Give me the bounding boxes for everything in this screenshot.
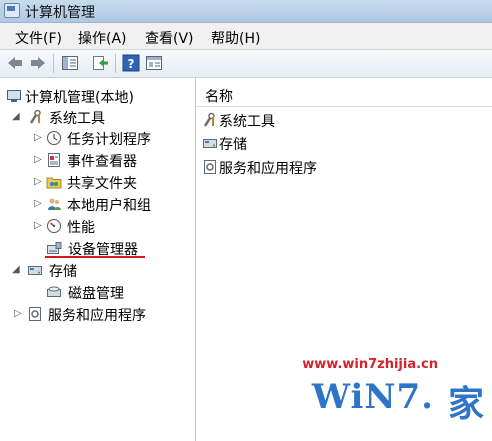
tree-item-local-users-groups[interactable]: ▷ 本地用户和组 (34, 194, 194, 214)
services-icon (29, 307, 41, 321)
list-item-services-applications[interactable]: 服务和应用程序 (202, 157, 402, 177)
properties-icon[interactable] (145, 54, 163, 72)
show-hide-tree-icon[interactable] (61, 54, 79, 72)
back-icon[interactable] (6, 54, 24, 72)
menu-file[interactable]: 文件(F) (15, 28, 62, 48)
storage-icon (28, 266, 42, 275)
tree-item-services-applications[interactable]: ▷ 服务和应用程序 (14, 304, 194, 324)
help-icon[interactable]: ? (122, 54, 140, 72)
list-item-label: 存储 (219, 137, 247, 153)
column-header-name[interactable]: 名称 (196, 84, 492, 107)
tree-item-storage[interactable]: ◢ 存储 (12, 260, 182, 280)
tree-item-disk-management[interactable]: 磁盘管理 (46, 282, 194, 302)
tree-item-event-viewer[interactable]: ▷ 事件查看器 (34, 150, 194, 170)
list-item-label: 服务和应用程序 (219, 161, 317, 177)
toolbar: ? (0, 50, 492, 78)
watermark-logo: WiN7. (311, 377, 434, 417)
tree-item-label: 性能 (67, 220, 95, 236)
users-icon (48, 198, 61, 210)
computer-management-icon (7, 90, 21, 102)
list-item-storage[interactable]: 存储 (202, 133, 402, 153)
menu-help[interactable]: 帮助(H) (211, 28, 260, 48)
expand-arrow-icon[interactable]: ▷ (34, 132, 42, 143)
tree-item-label: 磁盘管理 (68, 286, 124, 302)
tree-item-label: 本地用户和组 (67, 198, 151, 214)
export-list-icon[interactable] (91, 54, 109, 72)
tree-item-label: 共享文件夹 (67, 176, 137, 192)
highlight-underline (45, 256, 145, 258)
watermark: www.win7zhijia.cn WiN7. 家 (290, 357, 486, 435)
menu-action[interactable]: 操作(A) (78, 28, 127, 48)
menu-bar: 文件(F) 操作(A) 查看(V) 帮助(H) (0, 23, 492, 50)
tree-item-label: 计算机管理(本地) (25, 90, 134, 106)
tools-icon (29, 109, 41, 124)
performance-gauge-icon (47, 219, 61, 233)
svg-text:?: ? (128, 57, 135, 71)
computer-management-icon (4, 3, 20, 18)
event-viewer-icon (48, 153, 60, 167)
collapse-arrow-icon[interactable]: ◢ (12, 264, 20, 275)
tree-item-label: 任务计划程序 (67, 132, 151, 148)
console-tree: 计算机管理(本地) ◢ 系统工具 ▷ 任务计划程序 ▷ 事件查看器 ▷ 共享文件… (0, 78, 196, 441)
tree-item-label: 事件查看器 (67, 154, 137, 170)
expand-arrow-icon[interactable]: ▷ (34, 176, 42, 187)
storage-icon (203, 139, 217, 148)
expand-arrow-icon[interactable]: ▷ (34, 220, 42, 231)
watermark-url: www.win7zhijia.cn (302, 357, 438, 372)
tree-item-device-manager[interactable]: 设备管理器 (46, 238, 194, 258)
expand-arrow-icon[interactable]: ▷ (14, 308, 22, 319)
window-title: 计算机管理 (25, 5, 95, 21)
tree-item-performance[interactable]: ▷ 性能 (34, 216, 194, 236)
collapse-arrow-icon[interactable]: ◢ (12, 111, 20, 122)
column-header-label: 名称 (205, 89, 233, 105)
tree-item-computer-management[interactable]: 计算机管理(本地) (6, 86, 191, 106)
toolbar-separator (53, 54, 54, 73)
title-bar: 计算机管理 (0, 0, 492, 23)
toolbar-separator (115, 54, 116, 73)
tree-item-label: 系统工具 (49, 111, 105, 127)
menu-view[interactable]: 查看(V) (145, 28, 194, 48)
tree-item-shared-folders[interactable]: ▷ 共享文件夹 (34, 172, 194, 192)
clock-icon (47, 131, 61, 145)
services-icon (204, 160, 216, 174)
tools-icon (203, 112, 215, 127)
tree-item-system-tools[interactable]: ◢ 系统工具 (12, 107, 182, 127)
tree-item-label: 存储 (49, 264, 77, 280)
tree-item-task-scheduler[interactable]: ▷ 任务计划程序 (34, 128, 194, 148)
list-item-system-tools[interactable]: 系统工具 (202, 110, 402, 130)
forward-icon[interactable] (29, 54, 47, 72)
list-item-label: 系统工具 (219, 114, 275, 130)
shared-folder-icon (46, 177, 62, 189)
expand-arrow-icon[interactable]: ▷ (34, 154, 42, 165)
watermark-logo-suffix: 家 (447, 383, 484, 425)
disk-management-icon (47, 286, 61, 297)
device-manager-icon (47, 242, 62, 254)
expand-arrow-icon[interactable]: ▷ (34, 198, 42, 209)
tree-item-label: 服务和应用程序 (48, 308, 146, 324)
